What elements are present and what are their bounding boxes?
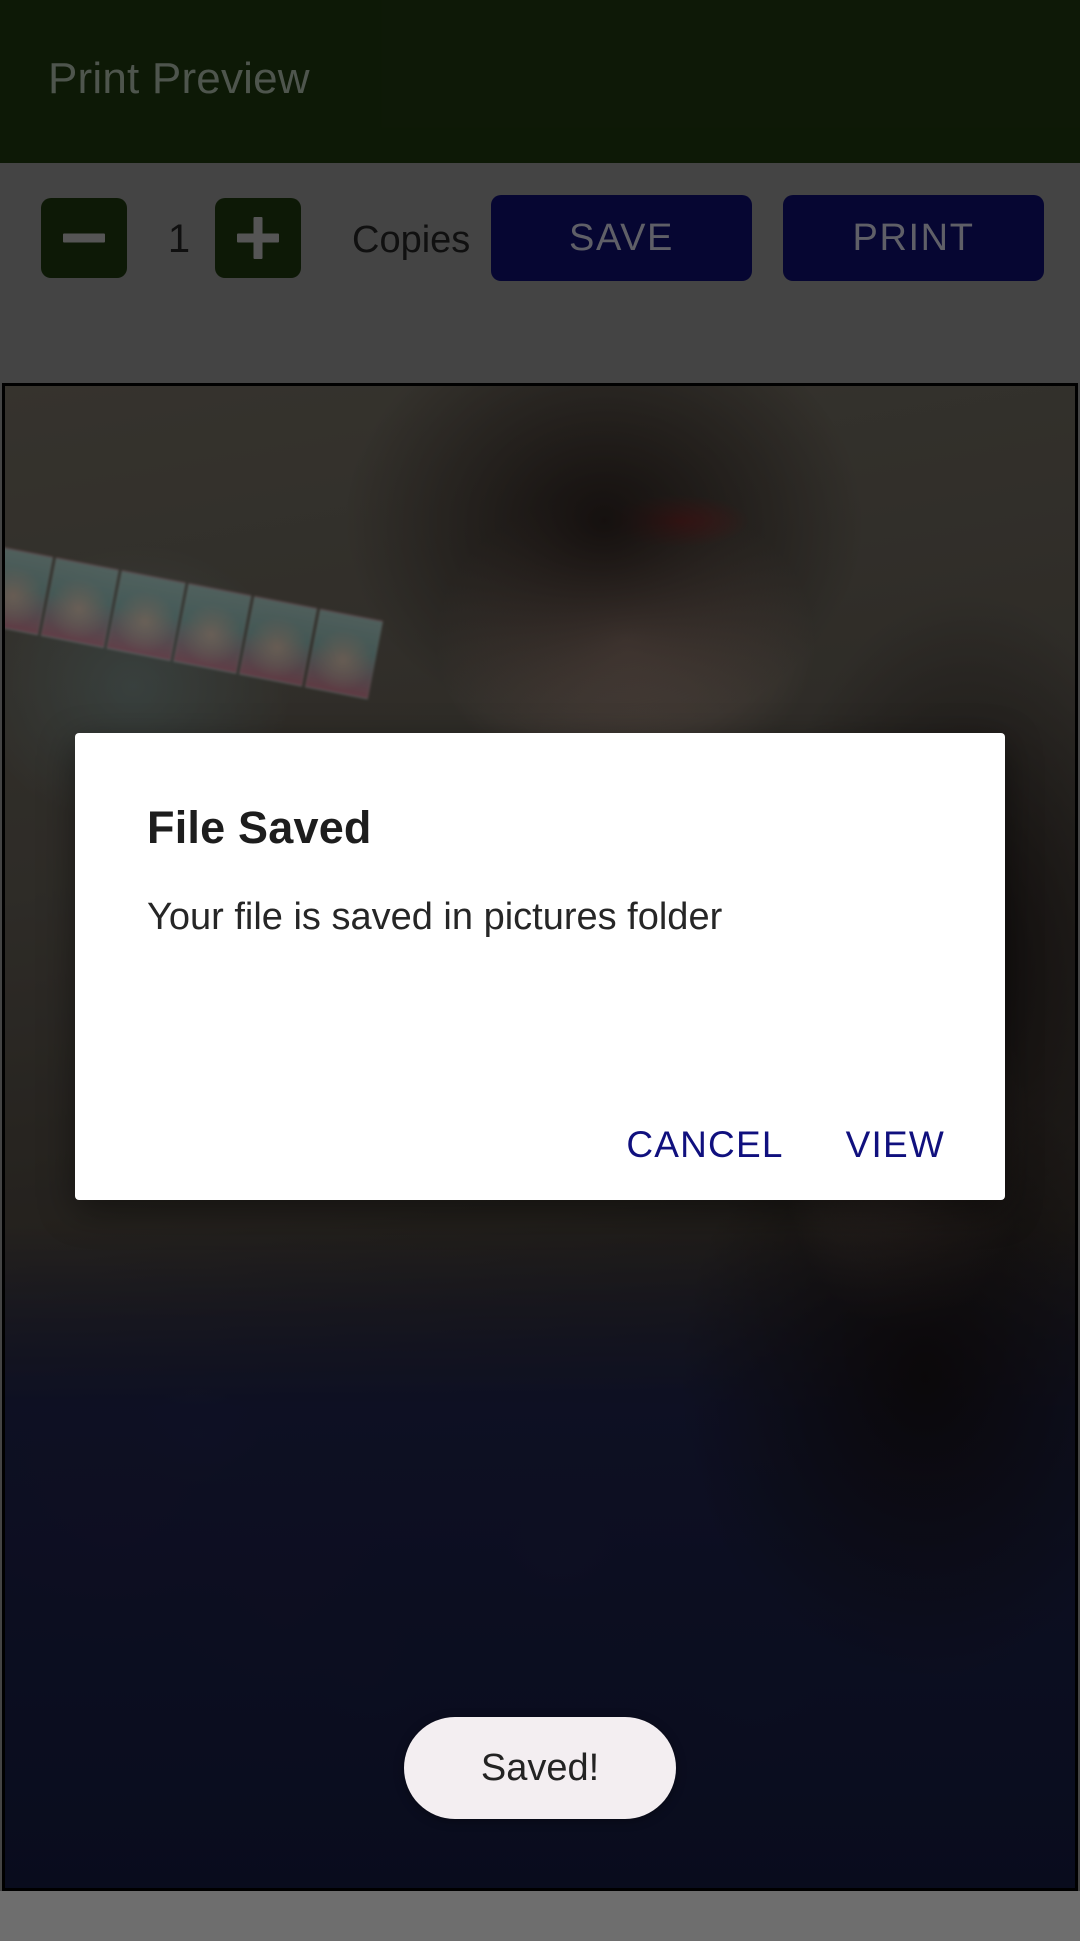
print-preview-screen: Print Preview 1 Copies SAVE PRINT Saved!… (0, 0, 1080, 1941)
toast-notification: Saved! (404, 1717, 676, 1819)
copies-label: Copies (352, 219, 471, 261)
dialog-title: File Saved (147, 802, 372, 853)
increment-copies-button[interactable] (215, 198, 301, 278)
file-saved-dialog: File Saved Your file is saved in picture… (75, 733, 1005, 1200)
photo-strip-cell (304, 608, 383, 700)
page-title: Print Preview (48, 54, 310, 103)
print-toolbar: 1 Copies SAVE PRINT (0, 163, 1080, 311)
copies-value: 1 (167, 217, 191, 261)
photo-strip-cell (106, 570, 186, 661)
toast-text: Saved! (480, 1746, 600, 1789)
app-bar: Print Preview (0, 0, 1080, 163)
minus-icon (63, 233, 105, 243)
dialog-actions: CANCEL VIEW (604, 1108, 967, 1182)
bottom-spacer (0, 1891, 1080, 1941)
decrement-copies-button[interactable] (41, 198, 127, 278)
save-button[interactable]: SAVE (491, 195, 752, 281)
view-button[interactable]: VIEW (824, 1108, 967, 1182)
plus-icon (253, 217, 263, 259)
photo-strip-cell (40, 557, 120, 649)
dialog-message: Your file is saved in pictures folder (147, 896, 723, 938)
cancel-button[interactable]: CANCEL (604, 1108, 805, 1182)
photo-strip-cell (238, 595, 318, 687)
print-button[interactable]: PRINT (783, 195, 1044, 281)
photo-strip-cell (172, 583, 252, 674)
wall-photo-strip (5, 544, 383, 700)
